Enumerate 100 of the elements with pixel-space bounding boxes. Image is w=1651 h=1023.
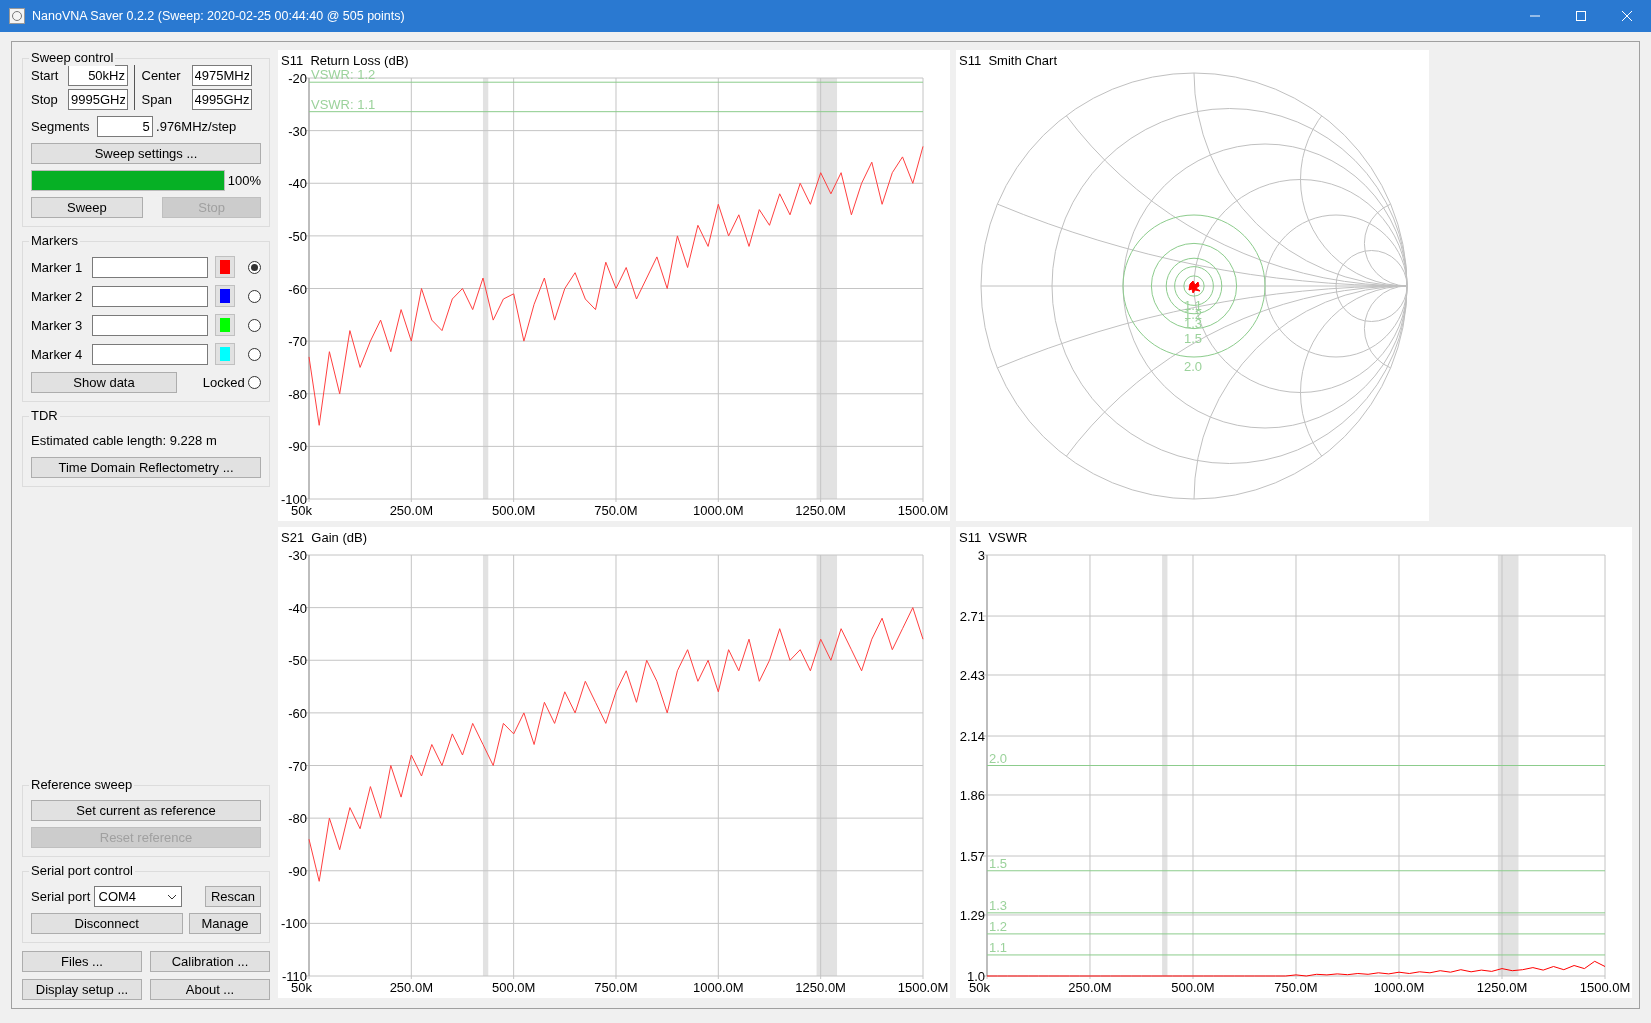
axis-tick-label: 750.0M — [1274, 980, 1318, 995]
color-picker-button[interactable] — [214, 343, 235, 366]
axis-tick-label: -70 — [288, 334, 307, 350]
marker-label: Marker 3 — [31, 316, 84, 335]
menu-button[interactable]: Calibration ... — [150, 951, 270, 972]
axis-tick-label: -30 — [288, 123, 307, 139]
frequency-field[interactable]: 9995GHz — [68, 89, 128, 111]
axis-tick-label: 1250.0M — [795, 503, 846, 518]
vswr-label: VSWR: 1.2 — [311, 67, 376, 83]
step-label: .976MHz/step — [156, 118, 237, 136]
chevron-icon — [166, 893, 177, 900]
axis-tick-label: 1.29 — [959, 907, 985, 923]
axis-tick-label: 1000.0M — [693, 980, 744, 995]
axis-tick-label: -100 — [280, 916, 307, 932]
sweep-button[interactable]: Sweep — [31, 197, 143, 219]
vswr-label: VSWR: 1.1 — [311, 96, 376, 112]
axis-tick-label: -20 — [288, 71, 307, 86]
vswr-label: 1.1 — [989, 939, 1008, 955]
axis-tick-label: 1500.0M — [897, 980, 949, 995]
group-title: Serial port control — [29, 863, 135, 879]
axis-tick-label: 750.0M — [594, 980, 638, 995]
color-picker-button[interactable] — [214, 314, 235, 337]
axis-tick-label: 1500.0M — [1579, 980, 1631, 995]
marker-label: Marker 1 — [31, 258, 84, 277]
marker-field[interactable] — [92, 285, 209, 307]
show-data-button[interactable]: Show data — [31, 372, 177, 394]
axis-tick-label: 250.0M — [389, 980, 433, 995]
group-title: Sweep control — [29, 50, 116, 66]
window-title: NanoVNA Saver 0.2.2 (Sweep: 2020-02-25 00:44:40 @ 505 points) — [32, 7, 405, 25]
reference-button[interactable]: Set current as reference — [31, 800, 261, 821]
axis-tick-label: 2.43 — [959, 668, 985, 683]
axis-tick-label: -70 — [288, 758, 307, 774]
axis-tick-label: 1250.0M — [795, 980, 846, 995]
field-label: Start — [31, 66, 59, 85]
marker-label: Marker 4 — [31, 345, 84, 364]
disconnect-button[interactable]: Disconnect — [31, 913, 183, 934]
axis-tick-label: -90 — [288, 439, 307, 455]
progress-reading: 100% — [227, 172, 261, 190]
axis-tick-label: 2.71 — [959, 609, 985, 625]
axis-tick-label: -60 — [288, 281, 307, 297]
vswr-label: 1.5 — [989, 855, 1008, 871]
trace-drawing — [1188, 280, 1201, 294]
field-label: Segments — [31, 118, 90, 136]
chart-title: S21 Gain (dB) — [281, 530, 367, 545]
menu-button[interactable]: Display setup ... — [22, 979, 142, 1000]
axis-tick-label: 1000.0M — [1373, 980, 1425, 995]
menu-button[interactable]: Files ... — [22, 951, 142, 972]
rescan-button[interactable]: Rescan — [205, 886, 261, 907]
axis-tick-label: 3 — [977, 548, 985, 563]
axis-tick-label: 500.0M — [491, 980, 536, 995]
vswr-label: 1.2 — [989, 918, 1008, 934]
axis-tick-label: -50 — [288, 653, 307, 669]
frequency-field[interactable]: 4995GHz — [191, 89, 252, 111]
axis-tick-label: 1500.0M — [897, 503, 949, 518]
marker-field[interactable] — [92, 256, 209, 278]
port-dropdown[interactable]: COM4 — [93, 886, 182, 907]
cable-length-text: Estimated cable length: 9.228 m — [31, 432, 218, 451]
axis-tick-label: 250.0M — [389, 503, 433, 518]
field-label: Center — [141, 66, 181, 85]
locked-label: Locked — [202, 374, 245, 392]
marker-field[interactable] — [92, 314, 209, 336]
tdr-button[interactable]: Time Domain Reflectometry ... — [31, 456, 261, 478]
axis-tick-label: -80 — [288, 811, 307, 827]
manage-button[interactable]: Manage — [189, 913, 261, 934]
field-label: Serial port — [31, 887, 91, 906]
color-picker-button[interactable] — [214, 256, 235, 279]
axis-tick-label: -90 — [288, 863, 307, 879]
axis-tick-label: 1.57 — [959, 849, 985, 864]
radio-button[interactable] — [248, 318, 261, 332]
group-title: Reference sweep — [29, 777, 135, 793]
axis-tick-label: 500.0M — [1171, 980, 1215, 995]
axis-tick-label: 1.86 — [959, 787, 985, 803]
color-picker-button[interactable] — [214, 285, 235, 308]
vswr-label: 2.0 — [1183, 359, 1203, 374]
field-label: Stop — [31, 91, 58, 109]
segments-field[interactable]: 5 — [96, 116, 153, 138]
axis-tick-label: -40 — [288, 600, 307, 616]
chart-title: S11 VSWR — [959, 530, 1028, 545]
radio-button[interactable] — [248, 347, 261, 361]
app-icon — [9, 8, 25, 24]
marker-field[interactable] — [92, 343, 209, 365]
sweep-settings-button[interactable]: Sweep settings ... — [31, 143, 261, 165]
axis-tick-label: 750.0M — [594, 503, 638, 518]
axis-tick-label: -50 — [288, 228, 307, 244]
field-label: Span — [141, 91, 172, 109]
axis-tick-label: -80 — [288, 386, 307, 402]
vswr-label: 1.5 — [1183, 330, 1203, 346]
axis-tick-label: -60 — [288, 705, 307, 721]
vswr-label: 1.3 — [989, 897, 1008, 913]
locked-radio[interactable] — [248, 376, 261, 390]
radio-button[interactable] — [248, 289, 261, 303]
radio-button[interactable] — [248, 260, 261, 274]
chart-title: S11 Return Loss (dB) — [281, 53, 409, 68]
axis-tick-label: -40 — [288, 176, 307, 192]
vswr-label: 2.0 — [989, 750, 1008, 766]
axis-tick-label: 2.14 — [959, 729, 985, 745]
menu-button[interactable]: About ... — [150, 979, 270, 1000]
axis-tick-label: 1250.0M — [1476, 980, 1528, 995]
axis-tick-label: -30 — [288, 548, 307, 563]
frequency-field[interactable]: 50kHz — [68, 65, 128, 86]
